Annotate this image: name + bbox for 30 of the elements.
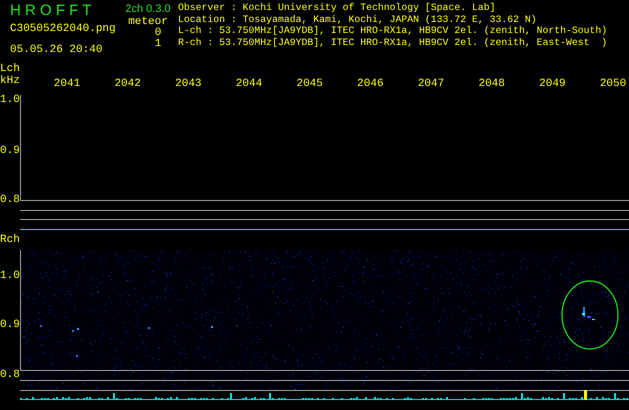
version-text: 2ch 0.3.0	[125, 2, 171, 16]
y-tick-label: 0.9	[0, 145, 20, 157]
time-tick-label: 2044	[236, 78, 262, 90]
unit-label: kHz	[0, 75, 20, 87]
station-info-line: Observer : Kochi University of Technology [Space. Lab]	[178, 2, 496, 14]
time-tick-label: 2047	[418, 78, 444, 90]
station-info-line: L-ch : 53.750MHz[JA9YDB], ITEC HRO-RX1a, HB9CV 2el. (zenith, North-South)	[178, 25, 608, 38]
time-tick-label: 2046	[357, 78, 384, 90]
time-tick-label: 2049	[539, 78, 566, 90]
app-title: H R O F F T	[10, 2, 92, 20]
y-tick-label: 0.8	[0, 194, 20, 206]
station-info-line: R-ch : 53.750MHz[JA9YDB], ITEC HRO-RX1a, HB9CV 2el. (zenith, East-West )	[178, 37, 608, 49]
channel-label: Rch	[0, 234, 20, 246]
meteor-count: 0	[154, 28, 162, 39]
time-tick-label: 2050	[600, 78, 626, 90]
time-tick-label: 2042	[114, 78, 141, 90]
meteor-label: meteor	[128, 16, 168, 28]
y-tick-label: 1.0	[0, 94, 20, 106]
station-info-line: Location : Tosayamada, Kami, Kochi, JAPAN (133.72 E, 33.62 N)	[178, 14, 538, 26]
time-tick-label: 2048	[478, 78, 505, 90]
time-tick-label: 2041	[54, 78, 80, 90]
y-tick-label: 0.9	[0, 319, 20, 331]
y-tick-label: 0.8	[0, 369, 20, 381]
timestamp-text: 05.05.26 20:40	[10, 44, 104, 57]
time-tick-label: 2043	[175, 78, 202, 90]
time-tick-label: 2045	[296, 78, 323, 90]
filename-text: C30505262040.png	[10, 23, 117, 36]
meteor-count: 1	[154, 39, 162, 50]
y-tick-label: 1.0	[0, 270, 20, 282]
channel-label: Lch	[0, 63, 20, 75]
